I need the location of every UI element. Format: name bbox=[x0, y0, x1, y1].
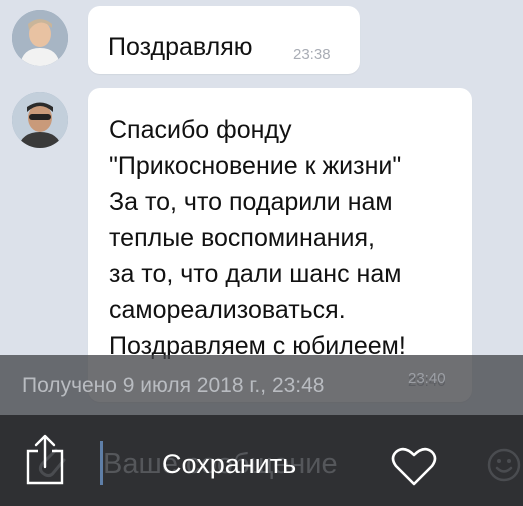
message-bubble[interactable]: Поздравляю 23:38 bbox=[88, 6, 360, 74]
message-time: 23:40 bbox=[408, 370, 446, 387]
message-text: Спасибо фонду "Прикосновение к жизни" За… bbox=[109, 116, 406, 360]
share-icon[interactable] bbox=[22, 433, 68, 485]
message-time: 23:38 bbox=[293, 46, 331, 63]
message-text: Поздравляю bbox=[108, 33, 253, 61]
avatar[interactable] bbox=[12, 10, 68, 66]
avatar[interactable] bbox=[12, 92, 68, 148]
avatar-photo-icon bbox=[12, 10, 68, 66]
message-info-bar: Получено 9 июля 2018 г., 23:48 23:40 bbox=[0, 355, 523, 415]
avatar-photo-icon bbox=[12, 92, 68, 148]
emoji-icon bbox=[487, 448, 521, 482]
received-date: Получено 9 июля 2018 г., 23:48 bbox=[22, 374, 325, 397]
action-toolbar: Ваше сообщение Сохранить bbox=[0, 415, 523, 506]
heart-icon[interactable] bbox=[390, 445, 438, 487]
save-button[interactable]: Сохранить bbox=[162, 449, 296, 480]
